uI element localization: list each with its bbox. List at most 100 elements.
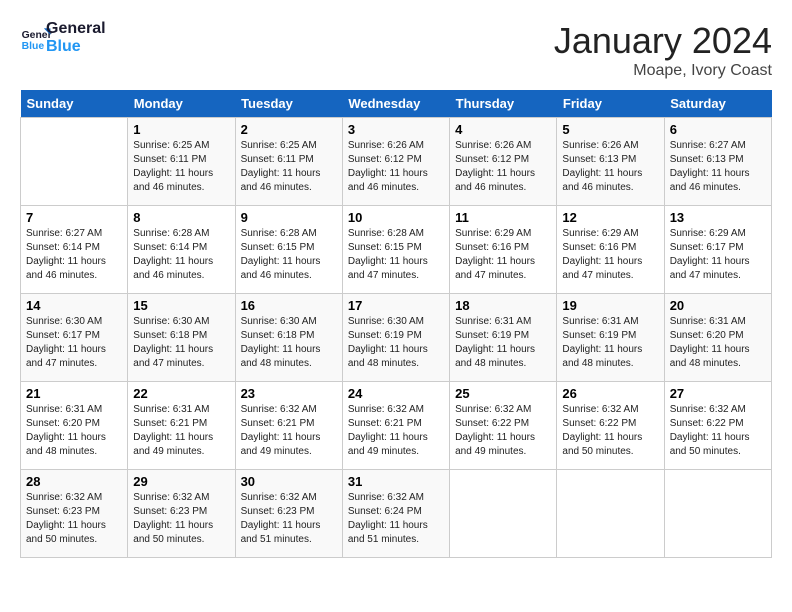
day-number: 25	[455, 386, 551, 401]
week-row-4: 21Sunrise: 6:31 AMSunset: 6:20 PMDayligh…	[21, 382, 772, 470]
day-number: 26	[562, 386, 658, 401]
day-number: 3	[348, 122, 444, 137]
day-number: 19	[562, 298, 658, 313]
cell-w3-d4: 17 Sunrise: 6:30 AMSunset: 6:19 PMDayligh…	[342, 294, 449, 382]
day-content: Sunrise: 6:29 AMSunset: 6:16 PMDaylight:…	[562, 227, 658, 283]
calendar-body: 1 Sunrise: 6:25 AMSunset: 6:11 PMDaylight…	[21, 118, 772, 558]
day-content: Sunrise: 6:27 AMSunset: 6:14 PMDaylight:…	[26, 227, 122, 283]
day-content: Sunrise: 6:31 AMSunset: 6:19 PMDaylight:…	[455, 315, 551, 371]
day-content: Sunrise: 6:32 AMSunset: 6:22 PMDaylight:…	[455, 403, 551, 459]
cell-w4-d1: 21Sunrise: 6:31 AMSunset: 6:20 PMDayligh…	[21, 382, 128, 470]
cell-w1-d4: 3Sunrise: 6:26 AMSunset: 6:12 PMDaylight…	[342, 118, 449, 206]
day-number: 27	[670, 386, 766, 401]
col-tuesday: Tuesday	[235, 90, 342, 118]
day-number: 6	[670, 122, 766, 137]
day-content: Sunrise: 6:32 AMSunset: 6:23 PMDaylight:…	[241, 491, 337, 547]
week-row-2: 7Sunrise: 6:27 AMSunset: 6:14 PMDaylight…	[21, 206, 772, 294]
day-content: Sunrise: 6:31 AMSunset: 6:20 PMDaylight:…	[26, 403, 122, 459]
week-row-3: 14Sunrise: 6:30 AMSunset: 6:17 PMDayligh…	[21, 294, 772, 382]
cell-w5-d3: 30Sunrise: 6:32 AMSunset: 6:23 PMDayligh…	[235, 470, 342, 558]
day-content: Sunrise: 6:32 AMSunset: 6:22 PMDaylight:…	[562, 403, 658, 459]
col-wednesday: Wednesday	[342, 90, 449, 118]
day-number: 4	[455, 122, 551, 137]
day-content: Sunrise: 6:28 AMSunset: 6:15 PMDaylight:…	[348, 227, 444, 283]
cell-w4-d5: 25 Sunrise: 6:32 AMSunset: 6:22 PMDayligh…	[450, 382, 557, 470]
calendar-header: Sunday Monday Tuesday Wednesday Thursday…	[21, 90, 772, 118]
day-content: Sunrise: 6:31 AMSunset: 6:19 PMDaylight:…	[562, 315, 658, 371]
day-number: 2	[241, 122, 337, 137]
logo-line1: General	[46, 20, 106, 38]
header-row: Sunday Monday Tuesday Wednesday Thursday…	[21, 90, 772, 118]
day-number: 15	[133, 298, 229, 313]
day-number: 22	[133, 386, 229, 401]
day-number: 8	[133, 210, 229, 225]
cell-w4-d4: 24 Sunrise: 6:32 AMSunset: 6:21 PMDayligh…	[342, 382, 449, 470]
col-saturday: Saturday	[664, 90, 771, 118]
day-content: Sunrise: 6:28 AMSunset: 6:15 PMDaylight:…	[241, 227, 337, 283]
col-thursday: Thursday	[450, 90, 557, 118]
day-number: 13	[670, 210, 766, 225]
day-number: 18	[455, 298, 551, 313]
col-monday: Monday	[128, 90, 235, 118]
cell-w2-d1: 7Sunrise: 6:27 AMSunset: 6:14 PMDaylight…	[21, 206, 128, 294]
day-content: Sunrise: 6:26 AMSunset: 6:12 PMDaylight:…	[455, 139, 551, 195]
cell-w1-d5: 4 Sunrise: 6:26 AMSunset: 6:12 PMDaylight…	[450, 118, 557, 206]
day-number: 11	[455, 210, 551, 225]
day-content: Sunrise: 6:32 AMSunset: 6:23 PMDaylight:…	[26, 491, 122, 547]
cell-w5-d5	[450, 470, 557, 558]
cell-w2-d5: 11Sunrise: 6:29 AMSunset: 6:16 PMDayligh…	[450, 206, 557, 294]
cell-w1-d2: 1 Sunrise: 6:25 AMSunset: 6:11 PMDaylight…	[128, 118, 235, 206]
cell-w2-d4: 10 Sunrise: 6:28 AMSunset: 6:15 PMDayligh…	[342, 206, 449, 294]
day-number: 10	[348, 210, 444, 225]
col-friday: Friday	[557, 90, 664, 118]
svg-text:Blue: Blue	[22, 41, 45, 52]
day-number: 24	[348, 386, 444, 401]
cell-w1-d7: 6 Sunrise: 6:27 AMSunset: 6:13 PMDaylight…	[664, 118, 771, 206]
day-number: 5	[562, 122, 658, 137]
week-row-5: 28 Sunrise: 6:32 AMSunset: 6:23 PMDayligh…	[21, 470, 772, 558]
day-content: Sunrise: 6:30 AMSunset: 6:19 PMDaylight:…	[348, 315, 444, 371]
day-content: Sunrise: 6:29 AMSunset: 6:17 PMDaylight:…	[670, 227, 766, 283]
cell-w4-d2: 22Sunrise: 6:31 AMSunset: 6:21 PMDayligh…	[128, 382, 235, 470]
cell-w2-d3: 9Sunrise: 6:28 AMSunset: 6:15 PMDaylight…	[235, 206, 342, 294]
day-content: Sunrise: 6:27 AMSunset: 6:13 PMDaylight:…	[670, 139, 766, 195]
cell-w3-d5: 18 Sunrise: 6:31 AMSunset: 6:19 PMDayligh…	[450, 294, 557, 382]
logo-line2: Blue	[46, 38, 106, 56]
cell-w5-d7	[664, 470, 771, 558]
day-content: Sunrise: 6:32 AMSunset: 6:24 PMDaylight:…	[348, 491, 444, 547]
day-content: Sunrise: 6:26 AMSunset: 6:13 PMDaylight:…	[562, 139, 658, 195]
day-content: Sunrise: 6:32 AMSunset: 6:21 PMDaylight:…	[348, 403, 444, 459]
day-content: Sunrise: 6:30 AMSunset: 6:18 PMDaylight:…	[133, 315, 229, 371]
cell-w1-d6: 5 Sunrise: 6:26 AMSunset: 6:13 PMDaylight…	[557, 118, 664, 206]
title-block: January 2024 Moape, Ivory Coast	[554, 20, 772, 80]
day-number: 29	[133, 474, 229, 489]
day-content: Sunrise: 6:25 AMSunset: 6:11 PMDaylight:…	[241, 139, 337, 195]
day-content: Sunrise: 6:30 AMSunset: 6:17 PMDaylight:…	[26, 315, 122, 371]
week-row-1: 1 Sunrise: 6:25 AMSunset: 6:11 PMDaylight…	[21, 118, 772, 206]
day-number: 17	[348, 298, 444, 313]
cell-w4-d6: 26 Sunrise: 6:32 AMSunset: 6:22 PMDayligh…	[557, 382, 664, 470]
calendar-subtitle: Moape, Ivory Coast	[554, 62, 772, 80]
calendar-table: Sunday Monday Tuesday Wednesday Thursday…	[20, 90, 772, 558]
cell-w1-d1	[21, 118, 128, 206]
day-number: 16	[241, 298, 337, 313]
day-content: Sunrise: 6:31 AMSunset: 6:20 PMDaylight:…	[670, 315, 766, 371]
day-content: Sunrise: 6:30 AMSunset: 6:18 PMDaylight:…	[241, 315, 337, 371]
day-number: 20	[670, 298, 766, 313]
day-number: 28	[26, 474, 122, 489]
cell-w3-d7: 20 Sunrise: 6:31 AMSunset: 6:20 PMDayligh…	[664, 294, 771, 382]
col-sunday: Sunday	[21, 90, 128, 118]
cell-w2-d6: 12 Sunrise: 6:29 AMSunset: 6:16 PMDayligh…	[557, 206, 664, 294]
cell-w4-d7: 27 Sunrise: 6:32 AMSunset: 6:22 PMDayligh…	[664, 382, 771, 470]
cell-w5-d6	[557, 470, 664, 558]
cell-w5-d1: 28 Sunrise: 6:32 AMSunset: 6:23 PMDayligh…	[21, 470, 128, 558]
cell-w1-d3: 2 Sunrise: 6:25 AMSunset: 6:11 PMDaylight…	[235, 118, 342, 206]
day-number: 23	[241, 386, 337, 401]
day-number: 1	[133, 122, 229, 137]
cell-w3-d6: 19 Sunrise: 6:31 AMSunset: 6:19 PMDayligh…	[557, 294, 664, 382]
day-content: Sunrise: 6:32 AMSunset: 6:22 PMDaylight:…	[670, 403, 766, 459]
cell-w3-d3: 16 Sunrise: 6:30 AMSunset: 6:18 PMDayligh…	[235, 294, 342, 382]
day-content: Sunrise: 6:25 AMSunset: 6:11 PMDaylight:…	[133, 139, 229, 195]
day-content: Sunrise: 6:32 AMSunset: 6:23 PMDaylight:…	[133, 491, 229, 547]
day-number: 12	[562, 210, 658, 225]
